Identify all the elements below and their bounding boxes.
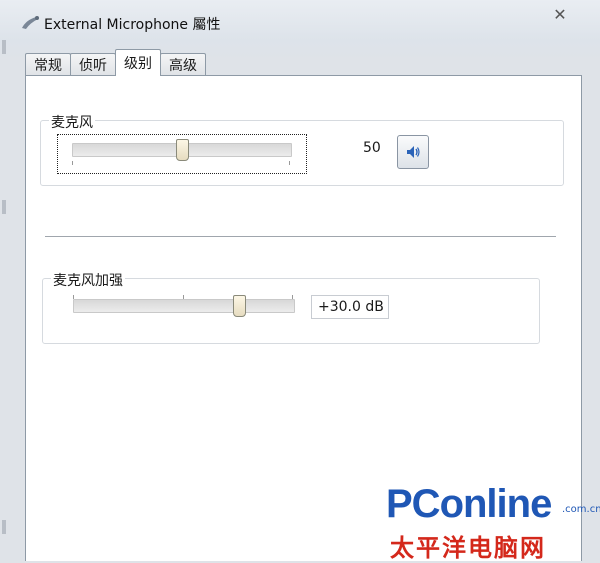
window-edge-mark [2, 40, 6, 54]
window-edge-mark [2, 520, 6, 534]
microphone-slider-thumb[interactable] [175, 139, 189, 161]
watermark-domain: PConline [386, 482, 552, 526]
close-button[interactable]: ✕ [540, 4, 580, 24]
microphone-label: 麦克风 [49, 112, 95, 132]
tab-levels[interactable]: 级别 [115, 49, 161, 76]
properties-window: External Microphone 屬性 ✕ 常规 侦听 级别 高级 麦克风… [0, 0, 600, 562]
tab-listen[interactable]: 侦听 [70, 53, 116, 76]
boost-slider-track [73, 299, 295, 313]
microphone-boost-group: 麦克风加强 +30.0 dB [42, 270, 540, 344]
mute-button[interactable] [397, 135, 429, 169]
microphone-boost-slider[interactable] [57, 293, 297, 329]
watermark-name: 太平洋电脑网 [390, 534, 546, 562]
microphone-boost-label: 麦克风加强 [51, 270, 125, 290]
boost-slider-thumb[interactable] [232, 295, 246, 317]
slider-tick [292, 295, 293, 299]
tab-label: 侦听 [79, 58, 107, 74]
window-edge-mark [2, 200, 6, 214]
close-icon: ✕ [553, 4, 567, 24]
microphone-group: 麦克风 50 [40, 112, 564, 186]
microphone-level-value: 50 [363, 140, 381, 156]
tab-advanced[interactable]: 高级 [160, 53, 206, 76]
slider-tick [72, 161, 73, 165]
tab-general[interactable]: 常规 [25, 53, 71, 76]
tab-label: 高级 [169, 58, 197, 74]
watermark-suffix: .com.cn [562, 504, 600, 515]
section-separator [45, 236, 556, 237]
window-title: External Microphone 屬性 [44, 17, 221, 33]
tab-label: 常规 [34, 58, 62, 74]
tab-label: 级别 [124, 56, 152, 72]
microphone-slider[interactable] [57, 134, 307, 174]
microphone-icon [22, 16, 39, 29]
boost-value-display: +30.0 dB [311, 295, 389, 319]
slider-tick [289, 161, 290, 165]
slider-tick [183, 295, 184, 299]
speaker-icon [407, 146, 420, 158]
pconline-watermark: PConline .com.cn 太平洋电脑网 [386, 472, 600, 562]
tab-bar: 常规 侦听 级别 高级 [25, 49, 206, 76]
slider-tick [73, 295, 74, 299]
